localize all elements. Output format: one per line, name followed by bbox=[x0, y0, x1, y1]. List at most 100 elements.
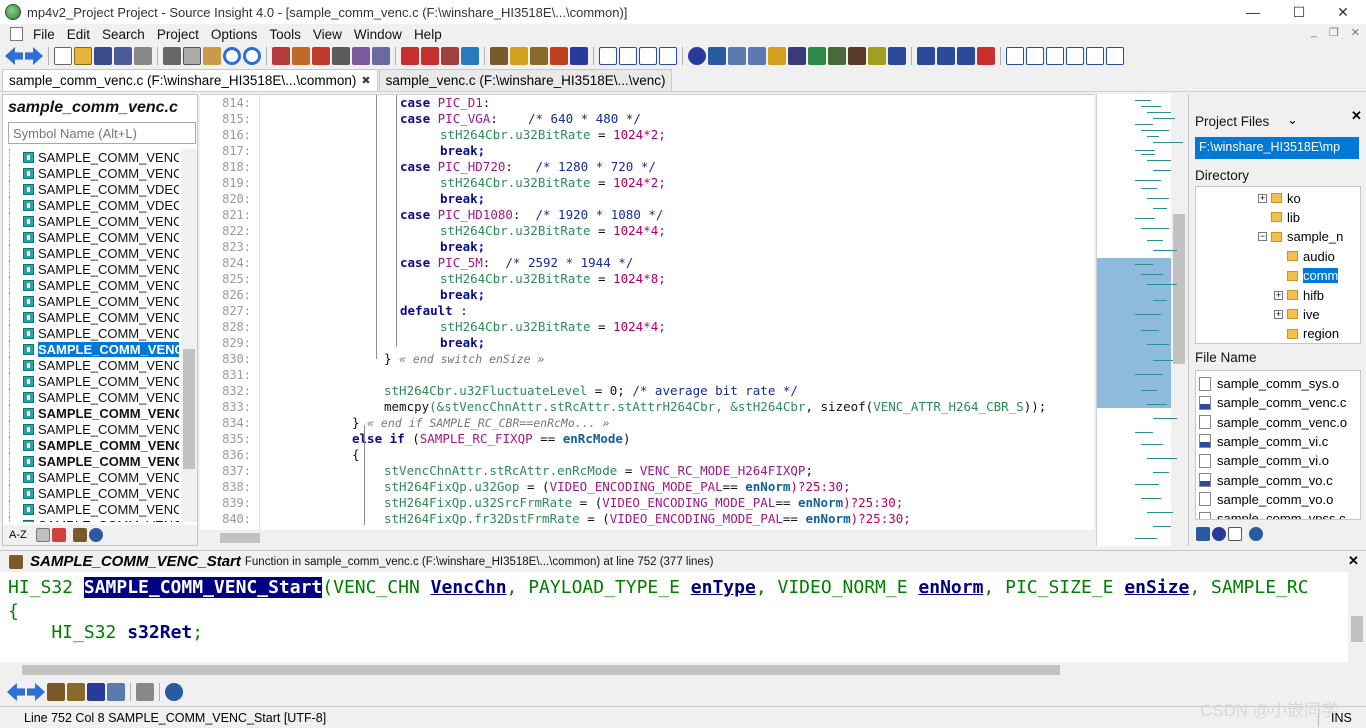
symbol-list-item[interactable]: SAMPLE_COMM_VDEC_ bbox=[9, 197, 179, 213]
relation-icon[interactable] bbox=[708, 47, 726, 65]
symbol-list-item[interactable]: SAMPLE_COMM_VENC_ bbox=[9, 245, 179, 261]
book-icon[interactable] bbox=[530, 47, 548, 65]
expand-icon[interactable] bbox=[917, 47, 935, 65]
category-icon[interactable] bbox=[51, 528, 66, 542]
menu-project[interactable]: Project bbox=[151, 27, 205, 42]
font-d-icon[interactable] bbox=[1066, 47, 1084, 65]
sync-project-icon[interactable] bbox=[1196, 527, 1210, 541]
refresh-icon[interactable] bbox=[808, 47, 826, 65]
directory-item[interactable]: + ive bbox=[1274, 305, 1320, 323]
symbol-list-item[interactable]: SAMPLE_COMM_VENC bbox=[9, 437, 179, 453]
editor-horizontal-scrollbar[interactable] bbox=[200, 530, 1094, 546]
code-line[interactable]: case PIC_VGA: /* 640 * 480 */ bbox=[400, 111, 641, 126]
code-line[interactable]: case PIC_HD1080: /* 1920 * 1080 */ bbox=[400, 207, 663, 222]
close-icon[interactable]: ✕ bbox=[1348, 553, 1359, 569]
code-line[interactable]: else if (SAMPLE_RC_FIXQP == enRcMode) bbox=[352, 431, 631, 446]
font-a-icon[interactable] bbox=[1006, 47, 1024, 65]
code-line[interactable]: stH264FixQp.fr32DstFrmRate = (VIDEO_ENCO… bbox=[384, 511, 911, 526]
menu-window[interactable]: Window bbox=[348, 27, 408, 42]
font-c-icon[interactable] bbox=[1046, 47, 1064, 65]
mdi-close-icon[interactable]: ✕ bbox=[1351, 26, 1360, 39]
directory-item[interactable]: region bbox=[1274, 325, 1339, 343]
code-line[interactable]: stH264FixQp.u32Gop = (VIDEO_ENCODING_MOD… bbox=[384, 479, 851, 494]
file-list-icon[interactable] bbox=[1228, 527, 1242, 541]
call-tree-icon[interactable] bbox=[107, 683, 125, 701]
expand-toggle-icon[interactable]: − bbox=[1258, 232, 1267, 242]
code-line[interactable]: { bbox=[352, 447, 360, 462]
export-icon[interactable] bbox=[461, 47, 479, 65]
overview-scrollbar[interactable] bbox=[1171, 94, 1186, 546]
menu-file[interactable]: File bbox=[27, 27, 61, 42]
code-line[interactable]: stH264Cbr.u32BitRate = 1024*2; bbox=[440, 175, 666, 190]
directory-item[interactable]: + hifb bbox=[1274, 286, 1324, 304]
book-icon[interactable] bbox=[72, 528, 87, 542]
directory-item[interactable]: audio bbox=[1274, 247, 1335, 265]
symbol-list-item[interactable]: SAMPLE_COMM_VENC_ bbox=[9, 373, 179, 389]
code-line[interactable]: } « end switch enSize » bbox=[384, 351, 544, 366]
minimize-button[interactable]: — bbox=[1230, 0, 1276, 24]
lock-icon[interactable] bbox=[136, 683, 154, 701]
file-list-item[interactable]: sample_comm_vo.o bbox=[1199, 490, 1333, 509]
scrollbar-thumb[interactable] bbox=[1173, 214, 1185, 364]
symbol-icon[interactable] bbox=[47, 683, 65, 701]
symbol-list-item[interactable]: SAMPLE_COMM_VENC_ bbox=[9, 485, 179, 501]
flag-next-icon[interactable] bbox=[421, 47, 439, 65]
symbol-list-item[interactable]: SAMPLE_COMM_VENC_ bbox=[9, 325, 179, 341]
close-button[interactable]: ✕ bbox=[1320, 0, 1366, 24]
font-b-icon[interactable] bbox=[1026, 47, 1044, 65]
symbol-list-item[interactable]: SAMPLE_COMM_VDEC_ bbox=[9, 181, 179, 197]
directory-item[interactable]: comm bbox=[1274, 267, 1339, 285]
code-line[interactable]: } « end if SAMPLE_RC_CBR==enRcMo... » bbox=[352, 415, 609, 430]
forward-icon[interactable] bbox=[27, 683, 45, 701]
code-line[interactable]: stH264FixQp.u32SrcFrmRate = (VIDEO_ENCOD… bbox=[384, 495, 903, 510]
expand-toggle-icon[interactable]: + bbox=[1258, 193, 1267, 203]
flag-icon[interactable] bbox=[401, 47, 419, 65]
context-icon[interactable] bbox=[510, 47, 528, 65]
diff-icon[interactable] bbox=[868, 47, 886, 65]
tab-close-icon[interactable]: ✖ bbox=[361, 74, 370, 87]
sync-icon[interactable] bbox=[688, 47, 706, 65]
file-list-item[interactable]: sample_comm_venc.c bbox=[1199, 393, 1346, 412]
save-icon[interactable] bbox=[94, 47, 112, 65]
menu-view[interactable]: View bbox=[307, 27, 348, 42]
symbol-list-item[interactable]: SAMPLE_COMM_VENC bbox=[9, 453, 179, 469]
close-icon[interactable]: ✕ bbox=[1351, 108, 1362, 124]
context-window-body[interactable]: HI_S32 SAMPLE_COMM_VENC_Start(VENC_CHN V… bbox=[0, 572, 1348, 662]
settings-gear-icon[interactable] bbox=[1249, 527, 1263, 541]
sort-az-button[interactable]: A-Z bbox=[9, 529, 27, 541]
class-tree-icon[interactable] bbox=[748, 47, 766, 65]
code-line[interactable]: stH264Cbr.u32BitRate = 1024*2; bbox=[440, 127, 666, 142]
directory-item[interactable]: + ko bbox=[1258, 189, 1301, 207]
find-files-icon[interactable] bbox=[372, 47, 390, 65]
code-line[interactable]: break; bbox=[440, 335, 485, 350]
symbol-list-item[interactable]: SAMPLE_COMM_VENC bbox=[9, 405, 179, 421]
maximize-button[interactable]: ☐ bbox=[1276, 0, 1322, 24]
symbol-list-item[interactable]: SAMPLE_COMM_VENC_ bbox=[9, 389, 179, 405]
code-line[interactable]: break; bbox=[440, 239, 485, 254]
symbol-list-item[interactable]: SAMPLE_COMM_VENC_ bbox=[9, 501, 179, 517]
expand-toggle-icon[interactable]: + bbox=[1274, 290, 1283, 300]
paste-icon[interactable] bbox=[203, 47, 221, 65]
folder-tree-icon[interactable] bbox=[768, 47, 786, 65]
file-list-item[interactable]: sample_comm_sys.o bbox=[1199, 374, 1339, 393]
forward-icon[interactable] bbox=[25, 47, 43, 65]
references-icon[interactable] bbox=[87, 683, 105, 701]
code-line[interactable]: stH264Cbr.u32FluctuateLevel = 0; /* aver… bbox=[384, 383, 798, 398]
font-e-icon[interactable] bbox=[1086, 47, 1104, 65]
list-view-icon[interactable] bbox=[35, 528, 50, 542]
layout-2-icon[interactable] bbox=[619, 47, 637, 65]
code-line[interactable]: case PIC_5M: /* 2592 * 1944 */ bbox=[400, 255, 633, 270]
code-line[interactable]: default : bbox=[400, 303, 468, 318]
symbol-list-item[interactable]: SAMPLE_COMM_VENC bbox=[9, 341, 179, 357]
grid-icon[interactable] bbox=[888, 47, 906, 65]
code-line[interactable]: break; bbox=[440, 191, 485, 206]
menu-tools[interactable]: Tools bbox=[263, 27, 307, 42]
symbol-list-item[interactable]: SAMPLE_COMM_VENC_ bbox=[9, 149, 179, 165]
symbol-list-item[interactable]: SAMPLE_COMM_VENC_ bbox=[9, 229, 179, 245]
book-icon[interactable] bbox=[67, 683, 85, 701]
tab-sample-venc[interactable]: sample_venc.c (F:\winshare_HI3518E\...\v… bbox=[378, 69, 673, 91]
back-icon[interactable] bbox=[5, 47, 23, 65]
settings-gear-icon[interactable] bbox=[165, 683, 183, 701]
goto-icon[interactable] bbox=[312, 47, 330, 65]
scrollbar-thumb[interactable] bbox=[220, 533, 260, 543]
